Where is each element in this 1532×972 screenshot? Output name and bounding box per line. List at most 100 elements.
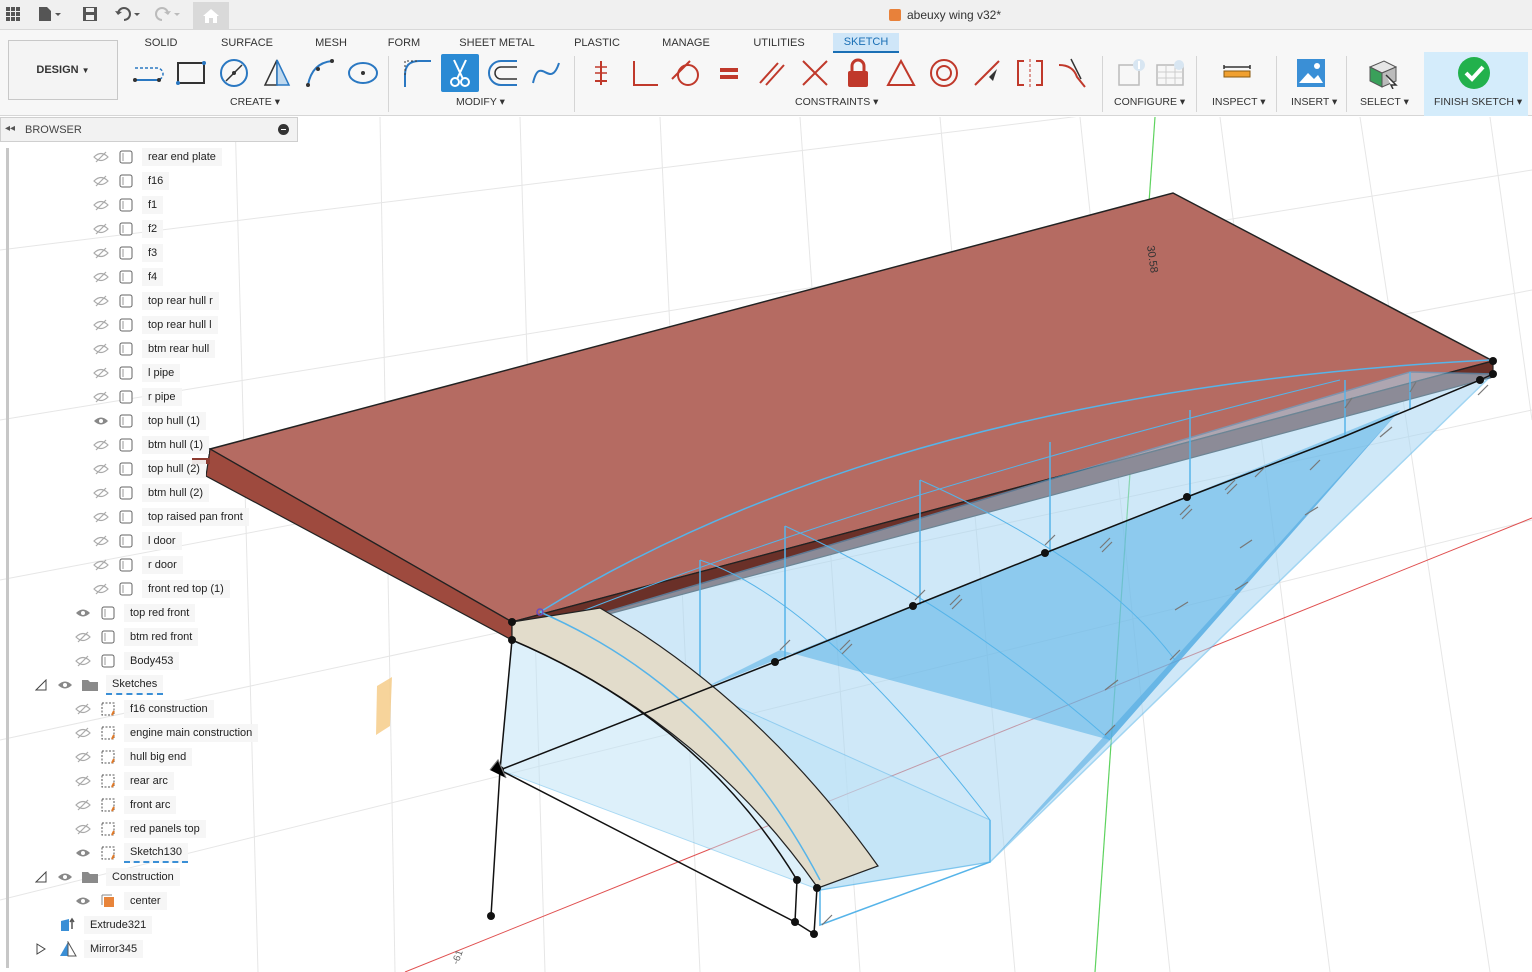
- configure-menu[interactable]: CONFIGURE ▾: [1114, 96, 1185, 108]
- circle-tool-button[interactable]: [215, 54, 253, 92]
- expand-arrow-icon[interactable]: [34, 942, 48, 956]
- visibility-off-icon[interactable]: [72, 750, 94, 764]
- fix-constraint-button[interactable]: [839, 54, 877, 92]
- collapse-browser-icon[interactable]: ◂◂: [5, 123, 15, 134]
- finish-sketch-menu[interactable]: FINISH SKETCH ▾: [1434, 96, 1522, 108]
- fillet-tool-button[interactable]: [398, 54, 436, 92]
- tree-item-body[interactable]: top raised pan front: [90, 506, 249, 528]
- tree-item-body[interactable]: f2: [90, 218, 164, 240]
- tree-item-body[interactable]: f3: [90, 242, 164, 264]
- parallel-constraint-button[interactable]: [753, 54, 791, 92]
- visibility-off-icon[interactable]: [90, 366, 112, 380]
- file-menu-icon[interactable]: [34, 3, 66, 25]
- configure-table-button[interactable]: [1152, 54, 1190, 92]
- tree-item-body[interactable]: top hull (1): [90, 410, 206, 432]
- workspace-switcher[interactable]: DESIGN ▼: [8, 40, 118, 100]
- create-menu[interactable]: CREATE ▾: [230, 96, 280, 108]
- visibility-off-icon[interactable]: [72, 726, 94, 740]
- ellipse-tool-button[interactable]: [344, 54, 382, 92]
- tab-solid[interactable]: SOLID: [138, 33, 184, 53]
- arc-tool-button[interactable]: [301, 54, 339, 92]
- visibility-on-icon[interactable]: [54, 678, 76, 692]
- visibility-off-icon[interactable]: [90, 342, 112, 356]
- curvature-constraint-button[interactable]: [1054, 54, 1092, 92]
- tree-item-body[interactable]: rear end plate: [90, 146, 222, 168]
- visibility-off-icon[interactable]: [90, 438, 112, 452]
- tree-item-body[interactable]: top rear hull r: [90, 290, 219, 312]
- visibility-off-icon[interactable]: [72, 654, 94, 668]
- tab-sheet-metal[interactable]: SHEET METAL: [456, 33, 538, 53]
- insert-menu[interactable]: INSERT ▾: [1291, 96, 1337, 108]
- measure-button[interactable]: [1218, 54, 1256, 92]
- tab-mesh[interactable]: MESH: [310, 33, 352, 53]
- tree-item-body[interactable]: top hull (2): [90, 458, 206, 480]
- trim-tool-button[interactable]: [441, 54, 479, 92]
- change-parameters-button[interactable]: [1114, 54, 1152, 92]
- tree-item-body[interactable]: top rear hull l: [90, 314, 218, 336]
- tree-item-feature[interactable]: Extrude321: [54, 914, 153, 936]
- tree-folder-sketches[interactable]: Sketches: [34, 674, 164, 696]
- visibility-off-icon[interactable]: [72, 630, 94, 644]
- visibility-off-icon[interactable]: [90, 390, 112, 404]
- tree-item-body[interactable]: Body453: [72, 650, 180, 672]
- visibility-off-icon[interactable]: [90, 510, 112, 524]
- tree-item-body[interactable]: btm hull (2): [90, 482, 210, 504]
- tree-item-body[interactable]: btm rear hull: [90, 338, 216, 360]
- select-menu[interactable]: SELECT ▾: [1360, 96, 1409, 108]
- tab-sketch[interactable]: SKETCH: [833, 33, 899, 53]
- save-icon[interactable]: [80, 3, 100, 25]
- collinear-constraint-button[interactable]: [796, 54, 834, 92]
- tree-item-body[interactable]: top red front: [72, 602, 196, 624]
- browser-header[interactable]: ◂◂ BROWSER: [0, 117, 298, 142]
- expand-toggle-icon[interactable]: [34, 870, 48, 884]
- visibility-off-icon[interactable]: [90, 270, 112, 284]
- polygon-tool-button[interactable]: [258, 54, 296, 92]
- visibility-off-icon[interactable]: [72, 798, 94, 812]
- finish-sketch-button[interactable]: [1455, 54, 1493, 92]
- tree-item-body[interactable]: r pipe: [90, 386, 182, 408]
- tangent-constraint-button[interactable]: [667, 54, 705, 92]
- visibility-off-icon[interactable]: [90, 246, 112, 260]
- visibility-on-icon[interactable]: [54, 870, 76, 884]
- tab-plastic[interactable]: PLASTIC: [570, 33, 624, 53]
- perpendicular-constraint-button[interactable]: [625, 54, 663, 92]
- tree-item-sketch[interactable]: Sketch130: [72, 842, 188, 864]
- visibility-off-icon[interactable]: [90, 222, 112, 236]
- tree-item-feature[interactable]: Mirror345: [34, 938, 144, 960]
- visibility-off-icon[interactable]: [90, 318, 112, 332]
- visibility-off-icon[interactable]: [90, 558, 112, 572]
- tree-item-body[interactable]: l door: [90, 530, 182, 552]
- rectangle-tool-button[interactable]: [172, 54, 210, 92]
- undo-icon[interactable]: [112, 3, 144, 25]
- tree-folder-construction[interactable]: Construction: [34, 866, 180, 888]
- tab-utilities[interactable]: UTILITIES: [748, 33, 810, 53]
- select-button[interactable]: [1364, 54, 1402, 92]
- tree-item-sketch[interactable]: f16 construction: [72, 698, 214, 720]
- visibility-off-icon[interactable]: [72, 774, 94, 788]
- constraints-menu[interactable]: CONSTRAINTS ▾: [795, 96, 878, 108]
- tree-item-body[interactable]: f4: [90, 266, 164, 288]
- visibility-on-icon[interactable]: [72, 606, 94, 620]
- coincident-point-button[interactable]: [968, 54, 1006, 92]
- visibility-off-icon[interactable]: [90, 486, 112, 500]
- app-grid-icon[interactable]: [4, 3, 22, 25]
- tab-surface[interactable]: SURFACE: [216, 33, 278, 53]
- tree-item-sketch[interactable]: rear arc: [72, 770, 174, 792]
- tree-item-sketch[interactable]: engine main construction: [72, 722, 259, 744]
- visibility-off-icon[interactable]: [90, 582, 112, 596]
- line-tool-button[interactable]: [129, 54, 167, 92]
- tab-manage[interactable]: MANAGE: [656, 33, 716, 53]
- tree-item-body[interactable]: f16: [90, 170, 170, 192]
- visibility-off-icon[interactable]: [90, 294, 112, 308]
- modify-menu[interactable]: MODIFY ▾: [456, 96, 505, 108]
- visibility-off-icon[interactable]: [90, 534, 112, 548]
- tree-item-body[interactable]: front red top (1): [90, 578, 230, 600]
- concentric-constraint-button[interactable]: [925, 54, 963, 92]
- symmetry-constraint-button[interactable]: [1011, 54, 1049, 92]
- spline-tool-button[interactable]: [527, 54, 565, 92]
- visibility-on-icon[interactable]: [72, 894, 94, 908]
- tree-item-body[interactable]: r door: [90, 554, 183, 576]
- redo-icon[interactable]: [152, 3, 184, 25]
- visibility-on-icon[interactable]: [90, 414, 112, 428]
- visibility-off-icon[interactable]: [90, 174, 112, 188]
